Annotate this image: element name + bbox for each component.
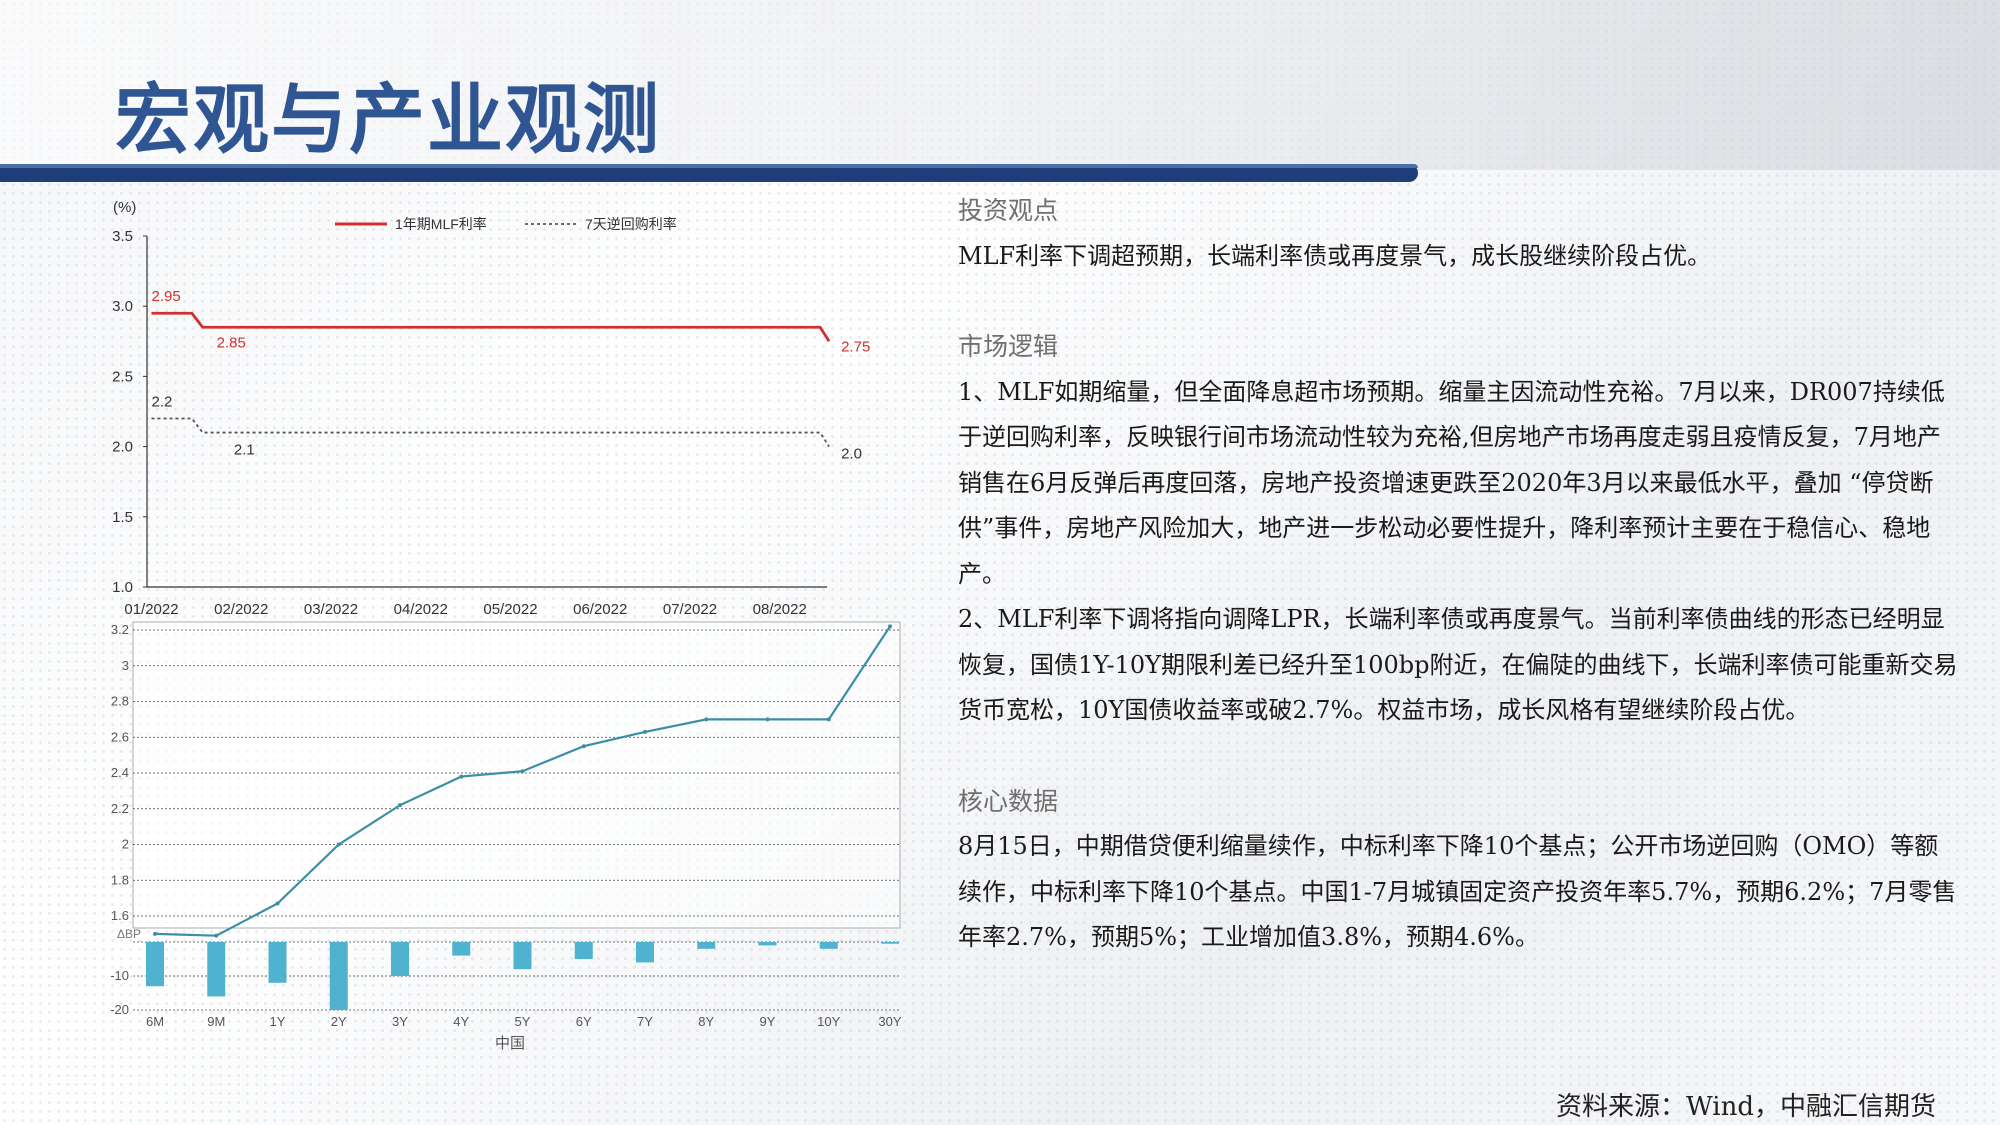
x-tick-label: 30Y [878,1014,901,1029]
source-note: 资料来源：Wind，中融汇信期货 [1556,1092,1936,1122]
bar [268,942,287,983]
yield-curve-point [336,842,341,847]
x-tick-label: 1Y [270,1014,286,1029]
data-label: 2.75 [841,338,870,355]
plot-frame [132,621,901,929]
bar [697,942,716,949]
x-tick-label: 2Y [331,1014,347,1029]
yield-curve-point [765,717,770,722]
y-tick-label: 1.5 [112,509,133,526]
yield-curve-point [520,769,525,774]
bar [329,942,348,1010]
x-tick-label: 03/2022 [304,601,358,618]
yield-curve-point [459,774,464,779]
x-tick-label: 8Y [698,1014,714,1029]
legend-label-repo: 7天逆回购利率 [585,216,677,232]
title-underline-accent [0,164,1418,168]
commentary-column: 投资观点 MLF利率下调超预期，长端利率债或再度景气，成长股继续阶段占优。 市场… [958,188,1958,961]
policy-rate-chart: (%) 1.0 1.5 2.0 2.5 3.0 3.5 01/2022 02/2022 03/20… [112,199,870,618]
bar [391,942,409,976]
x-tick-label: 4Y [453,1014,469,1029]
yield-curve-point [643,729,647,734]
yield-curve-point [704,717,709,722]
x-tick-label: 06/2022 [573,601,627,618]
yield-curve-chart: 1.6 1.8 2 2.2 2.4 2.6 2.8 3 3.2 [111,621,901,938]
y-tick-label: 2.0 [112,439,133,456]
bar [574,942,593,959]
bar [636,942,654,963]
data-label: 2.85 [217,334,246,351]
slide-title: 宏观与产业观测 [115,75,661,164]
x-tick-label: 6M [146,1014,164,1029]
series-line-0 [151,311,831,343]
yield-curve-point [826,717,831,722]
yield-curve-point [581,744,586,749]
data-label: 2.1 [234,442,255,459]
y-tick-label: 1.0 [112,579,133,596]
bar [146,942,164,987]
y-axis-unit: (%) [113,199,136,216]
y-tick-label: 3.0 [112,298,133,315]
section-heading-logic: 市场逻辑 [958,332,1059,361]
legend-label-mlf: 1年期MLF利率 [395,216,487,232]
y-axis-unit: ΔBP [117,927,141,941]
data-label: 2.2 [151,394,172,411]
data-label: 2.0 [841,446,862,463]
bar [452,942,471,956]
logic-paragraph-1: 1、MLF如期缩量，但全面降息超市场预期。缩量主因流动性充裕。7月以来，DR00… [958,377,1945,588]
x-tick-label: 7Y [637,1014,653,1029]
bar [881,942,899,944]
y-tick-label: 2 [122,837,129,852]
y-tick-label: 1.6 [111,908,129,923]
y-tick-label: 3.5 [112,228,133,245]
bar [207,942,226,997]
yield-curve-point [398,803,402,808]
x-tick-label: 5Y [515,1014,531,1029]
y-tick-label: 2.6 [111,729,129,744]
yield-curve-point [888,624,892,629]
x-tick-label: 6Y [576,1014,592,1029]
section-heading-view: 投资观点 [958,196,1059,225]
logic-paragraph-2: 2、MLF利率下调将指向调降LPR，长端利率债或再度景气。当前利率债曲线的形态已… [958,605,1958,724]
view-paragraph: MLF利率下调超预期，长端利率债或再度景气，成长股继续阶段占优。 [958,241,1712,270]
data-paragraph: 8月15日，中期借贷便利缩量续作，中标利率下降10个基点；公开市场逆回购（OMO… [958,832,1957,951]
bar [513,942,532,970]
y-tick-label: 1.8 [111,872,129,887]
x-tick-label: 04/2022 [394,601,448,618]
x-tick-label: 02/2022 [214,601,268,618]
x-tick-label: 08/2022 [753,601,807,618]
y-tick-label: -10 [110,968,129,983]
x-tick-label: 10Y [817,1014,840,1029]
yield-curve-point [214,933,219,938]
y-tick-label: 2.4 [111,765,129,780]
x-tick-label: 3Y [392,1014,408,1029]
yield-change-bar-chart: -10 -20 ΔBP 6M 9M 1Y 2Y 3Y 4Y 5Y 6Y 7Y 8Y 9Y 10Y 30Y 中国 [110,927,902,1052]
bar [819,942,838,949]
section-heading-data: 核心数据 [958,786,1059,816]
yield-curve-point [275,901,280,906]
x-tick-label: 9M [207,1014,225,1029]
y-tick-label: 2.8 [111,694,129,709]
y-tick-label: 3.2 [111,622,129,637]
y-tick-label: 2.2 [111,801,129,816]
x-tick-label: 05/2022 [483,601,537,618]
data-label: 2.95 [151,288,180,305]
y-tick-label: 3 [122,658,129,673]
yield-curve-point [153,931,157,936]
x-tick-label: 01/2022 [124,601,178,618]
y-tick-label: 2.5 [112,368,133,385]
charts-panel: (%) 1.0 1.5 2.0 2.5 3.0 3.5 01/2022 02/2022 03/20… [110,199,902,1052]
x-tick-label: 07/2022 [663,601,717,618]
x-tick-label: 9Y [760,1014,776,1029]
x-axis-label: 中国 [495,1035,525,1052]
bar [758,942,777,946]
y-tick-label: -20 [110,1002,129,1017]
